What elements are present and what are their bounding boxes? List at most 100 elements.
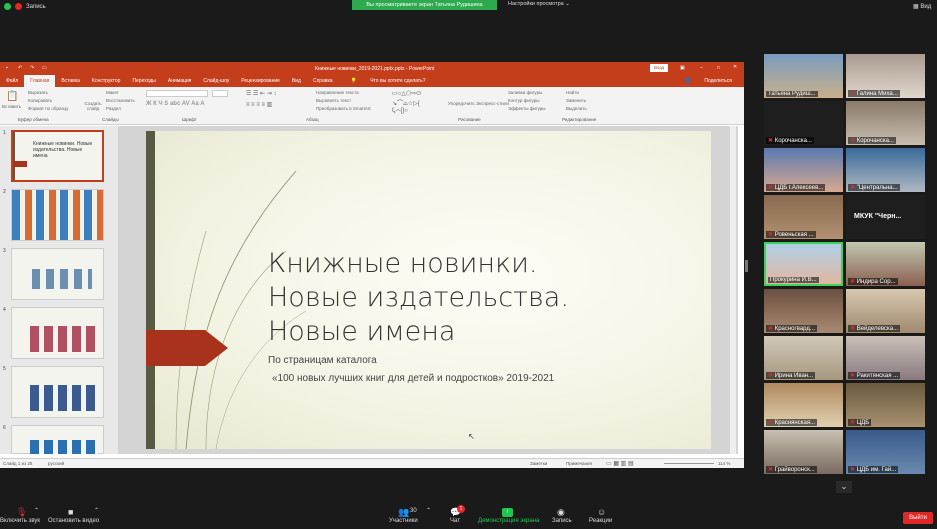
replace-button[interactable]: Заменить <box>566 98 586 103</box>
slide-thumbnail[interactable] <box>11 248 104 300</box>
participant-tile[interactable]: ✖ ЦДБ <box>846 383 925 427</box>
select-button[interactable]: Выделить <box>566 106 587 111</box>
zoom-slider[interactable] <box>664 463 714 464</box>
comments-button[interactable]: Примечания <box>566 461 592 466</box>
language-label[interactable]: русский <box>48 461 64 466</box>
smartart-button[interactable]: Преобразовать в SmartArt <box>316 106 371 111</box>
align-buttons[interactable]: ≡ ≡ ≡ ≡ ▥ <box>246 101 272 108</box>
participant-tile[interactable]: ✖ Корочанска... <box>846 101 925 145</box>
align-text-button[interactable]: Выровнять текст <box>316 98 351 103</box>
audio-options-chevron-icon[interactable]: ⌃ <box>34 507 39 514</box>
participant-tile[interactable]: ✖ Красногвард... <box>764 289 843 333</box>
quick-styles-button[interactable]: Экспресс-стили <box>476 101 509 106</box>
leave-meeting-button[interactable]: Выйти <box>903 512 933 524</box>
participant-tile[interactable]: ✖ Ирина Иван... <box>764 336 843 380</box>
shape-fill-button[interactable]: Заливка фигуры <box>508 90 542 95</box>
security-shield-icon[interactable] <box>4 3 11 10</box>
gallery-next-page-icon[interactable]: ⌄ <box>836 481 852 493</box>
list-buttons[interactable]: ☰ ☰ ⇤ ⇥ ↕ <box>246 90 276 97</box>
slide-title[interactable]: Книжные новинки. Новые издательства. Нов… <box>268 247 569 349</box>
cut-button[interactable]: Вырезать <box>28 90 48 95</box>
participant-tile[interactable]: ✖ Вейделевска... <box>846 289 925 333</box>
reactions-icon[interactable]: ☺ <box>597 507 606 517</box>
view-options-button[interactable]: Настройки просмотра ⌄ <box>508 1 570 7</box>
vertical-scrollbar[interactable] <box>730 126 736 454</box>
reset-button[interactable]: Восстановить <box>106 98 135 103</box>
reactions-button[interactable]: Реакции <box>589 518 612 524</box>
text-direction-button[interactable]: Направление текста <box>316 90 359 95</box>
participant-tile[interactable]: МКУК "Черн... <box>846 195 925 239</box>
arrange-button[interactable]: Упорядочить <box>448 101 475 106</box>
view-button[interactable]: ▦ Вид <box>913 3 931 10</box>
layout-button[interactable]: Макет <box>106 90 119 95</box>
stop-video-button[interactable]: Остановить видео <box>48 518 99 524</box>
shape-outline-button[interactable]: Контур фигуры <box>508 98 539 103</box>
login-button[interactable]: Вход <box>650 64 669 72</box>
record-button[interactable]: Запись <box>552 518 572 524</box>
participant-tile[interactable]: ✖ ЦДБ г.Алексеев... <box>764 148 843 192</box>
tab-help[interactable]: Справка <box>307 75 339 87</box>
undo-icon[interactable]: ↶ <box>18 65 22 71</box>
notes-button[interactable]: Заметки <box>530 461 547 466</box>
tab-review[interactable]: Рецензирование <box>235 75 286 87</box>
share-button[interactable]: 👤 Поделиться <box>673 75 744 87</box>
paste-button[interactable]: Вставить <box>2 104 21 109</box>
record-icon[interactable]: ◉ <box>557 507 565 518</box>
minimize-icon[interactable]: – <box>700 65 703 71</box>
participant-tile[interactable]: ✖ ЦДБ им. Гай... <box>846 430 925 474</box>
share-screen-icon[interactable]: ↑ <box>502 508 513 517</box>
participant-tile[interactable]: ✖ Грайворонск... <box>764 430 843 474</box>
slide-thumbnails-pane[interactable]: 1 Книжные новинки. Новые издательства. Н… <box>0 126 118 454</box>
redo-icon[interactable]: ↷ <box>30 65 34 71</box>
participant-tile[interactable]: ✖ Индира Сор... <box>846 242 925 286</box>
split-handle[interactable] <box>745 260 748 272</box>
slide-thumbnail[interactable] <box>11 366 104 418</box>
participants-icon[interactable]: 👥 <box>398 507 409 518</box>
shapes-gallery[interactable]: ▭○△⬠⇨⬭ ↘⌒⌓☆▷{⤹⌒{}○ <box>392 90 421 115</box>
ribbon-display-icon[interactable]: ▣ <box>680 65 685 71</box>
view-mode-icons[interactable]: ▭ ▦ ▥ ▤ <box>606 460 634 467</box>
participants-button[interactable]: Участники <box>389 518 418 524</box>
video-options-chevron-icon[interactable]: ⌃ <box>94 507 99 514</box>
zoom-level[interactable]: 114 % <box>718 461 730 466</box>
slide-thumbnail[interactable] <box>11 189 104 241</box>
save-icon[interactable]: ▪ <box>6 65 8 71</box>
shape-effects-button[interactable]: Эффекты фигуры <box>508 106 546 111</box>
close-icon[interactable]: ✕ <box>733 64 737 70</box>
participants-chevron-icon[interactable]: ⌃ <box>426 507 431 514</box>
format-painter-button[interactable]: Формат по образцу <box>28 106 68 111</box>
section-button[interactable]: Раздел <box>106 106 121 111</box>
slide-subtitle[interactable]: «100 новых лучших книг для детей и подро… <box>272 373 554 384</box>
unmute-button[interactable]: Включить звук <box>0 518 40 524</box>
tab-slideshow[interactable]: Слайд-шоу <box>197 75 235 87</box>
font-format-buttons[interactable]: Ж К Ч S abc AV Aa A <box>146 101 205 107</box>
tab-transitions[interactable]: Переходы <box>126 75 161 87</box>
tab-home[interactable]: Главная <box>24 75 56 87</box>
chat-button[interactable]: Чат <box>450 518 460 524</box>
video-camera-icon[interactable]: ■ <box>68 507 73 517</box>
record-label[interactable]: Запись <box>26 4 46 10</box>
new-slide-button[interactable]: Создать слайд <box>82 101 104 111</box>
slide-thumbnail[interactable] <box>11 307 104 359</box>
participant-tile[interactable]: ✖ Ракитянская ... <box>846 336 925 380</box>
tab-insert[interactable]: Вставка <box>55 75 86 87</box>
slide-thumbnail[interactable]: Книжные новинки. Новые издательства. Нов… <box>11 130 104 182</box>
participant-tile[interactable]: ✖ Ровеньская ... <box>764 195 843 239</box>
participant-tile[interactable]: ✖ Галина Миха... <box>846 54 925 98</box>
muted-mic-icon[interactable]: 🎙 <box>16 507 27 518</box>
slideshow-icon[interactable]: ▭ <box>42 65 47 71</box>
participant-tile-active-speaker[interactable]: Прокурина И.В... <box>764 242 843 286</box>
tab-design[interactable]: Конструктор <box>86 75 127 87</box>
tab-file[interactable]: Файл <box>0 75 24 87</box>
copy-button[interactable]: Копировать <box>28 98 52 103</box>
find-button[interactable]: Найти <box>566 90 579 95</box>
paste-icon[interactable]: 📋 <box>6 91 18 102</box>
slide-thumbnail[interactable] <box>11 425 104 454</box>
tell-me-search[interactable]: 💡 Что вы хотите сделать? <box>339 75 438 87</box>
participant-tile[interactable]: ✖ Краснянская... <box>764 383 843 427</box>
font-name-field[interactable] <box>146 90 208 97</box>
share-screen-button[interactable]: Демонстрация экрана <box>478 518 539 524</box>
slide-editor-area[interactable]: Книжные новинки. Новые издательства. Нов… <box>118 126 738 454</box>
participant-tile[interactable]: ✖ Корочанска... <box>764 101 843 145</box>
participant-tile[interactable]: ✖ "Центральна... <box>846 148 925 192</box>
